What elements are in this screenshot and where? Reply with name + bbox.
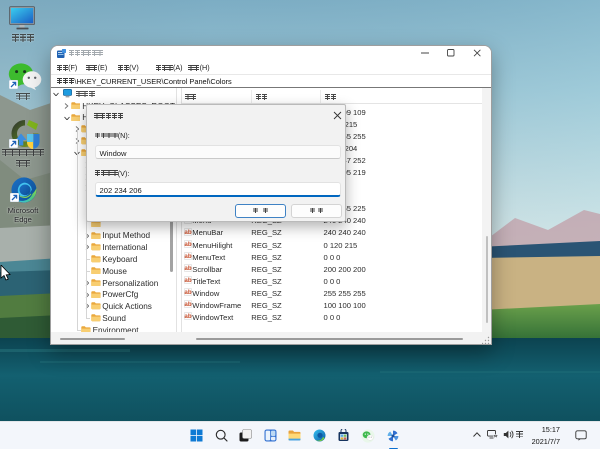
svg-text:ab: ab (184, 253, 191, 260)
svg-text:ab: ab (184, 301, 191, 308)
svg-text:ab: ab (184, 289, 191, 296)
svg-text:ab: ab (184, 277, 191, 284)
svg-text:ab: ab (184, 229, 191, 236)
svg-text:ab: ab (184, 241, 191, 248)
svg-text:ab: ab (184, 313, 191, 320)
svg-text:ab: ab (184, 265, 191, 272)
